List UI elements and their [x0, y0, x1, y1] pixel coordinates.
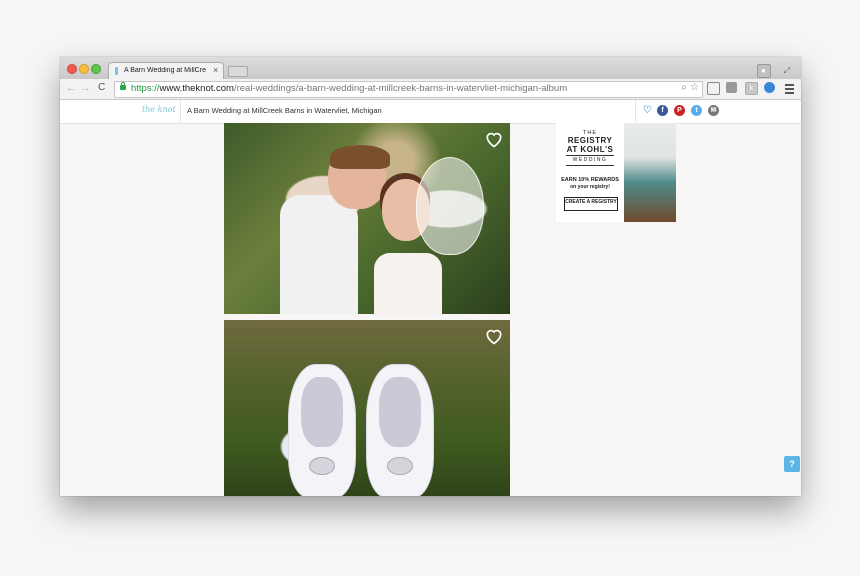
tab-close-icon[interactable]: × — [213, 65, 218, 75]
extension-k-icon[interactable]: k — [745, 82, 758, 95]
browser-window: A Barn Wedding at MillCre × ● ⤢ ← → C ht… — [60, 57, 801, 496]
address-bar[interactable]: https://www.theknot.com/real-weddings/a-… — [114, 81, 703, 98]
bride-dress — [374, 253, 442, 314]
header-divider — [635, 100, 636, 123]
close-window-button[interactable] — [67, 64, 77, 74]
wedding-couple-photo[interactable] — [224, 123, 510, 314]
cast-icon[interactable] — [707, 82, 720, 95]
bride-veil — [416, 157, 484, 255]
ad-wedding: WEDDING — [572, 157, 608, 163]
url-host: www.theknot.com — [159, 83, 234, 94]
browser-toolbar: ← → C https://www.theknot.com/real-weddi… — [60, 79, 801, 100]
browser-menu-icon[interactable] — [785, 84, 794, 96]
extension-icon[interactable] — [726, 82, 737, 93]
tab-bar: A Barn Wedding at MillCre × ● ⤢ — [60, 57, 801, 80]
ad-registry: REGISTRY — [567, 136, 613, 145]
tab-active[interactable]: A Barn Wedding at MillCre × — [108, 62, 224, 80]
url-path: /real-weddings/a-barn-wedding-at-millcre… — [233, 83, 568, 94]
create-registry-button[interactable]: CREATE A REGISTRY — [564, 197, 618, 211]
favorite-heart-icon[interactable]: ♡ — [642, 105, 653, 116]
kohls-registry-ad[interactable]: THE REGISTRY AT KOHL'S WEDDING EARN 10% … — [556, 123, 676, 222]
help-button[interactable]: ? — [784, 456, 800, 472]
back-button[interactable]: ← — [66, 82, 77, 94]
pinterest-share-icon[interactable]: P — [674, 105, 685, 116]
ad-text-panel: THE REGISTRY AT KOHL'S WEDDING EARN 10% … — [556, 123, 624, 222]
search-icon[interactable]: ⌕ — [681, 82, 687, 93]
site-header: the knot A Barn Wedding at MillCreek Bar… — [60, 100, 801, 124]
bookmark-star-icon[interactable]: ☆ — [690, 82, 699, 93]
header-divider — [180, 100, 181, 123]
email-share-icon[interactable]: ✉ — [708, 105, 719, 116]
twitter-share-icon[interactable]: t — [691, 105, 702, 116]
url-scheme: https:// — [131, 83, 160, 94]
ad-rule — [566, 165, 614, 166]
page-title: A Barn Wedding at MillCreek Barns in Wat… — [187, 106, 382, 115]
site-logo[interactable]: the knot — [142, 105, 176, 114]
wedding-shoes-photo[interactable] — [224, 320, 510, 496]
ad-kohls: AT KOHL'S — [566, 145, 614, 154]
user-profile-icon[interactable]: ● — [756, 64, 771, 78]
ad-bedroom-image — [622, 123, 676, 222]
forward-button[interactable]: → — [80, 82, 91, 94]
left-shoe — [288, 364, 356, 496]
new-tab-button[interactable] — [228, 66, 248, 77]
secure-lock-icon — [120, 82, 126, 90]
ad-on-registry-text: on your registry! — [570, 184, 610, 190]
page-favicon-icon — [115, 67, 118, 75]
page-viewport: the knot A Barn Wedding at MillCreek Bar… — [60, 100, 801, 496]
omnibox-icons: ⌕ ☆ — [678, 82, 699, 93]
minimize-window-button[interactable] — [79, 64, 89, 74]
facebook-share-icon[interactable]: f — [657, 105, 668, 116]
save-heart-icon[interactable] — [484, 326, 504, 346]
window-icons: ● ⤢ — [751, 60, 793, 78]
groom-figure — [280, 195, 358, 314]
extension-chat-icon[interactable] — [764, 82, 775, 93]
zoom-window-button[interactable] — [91, 64, 101, 74]
reload-button[interactable]: C — [98, 82, 105, 93]
groom-hair — [330, 145, 390, 169]
fullscreen-icon[interactable]: ⤢ — [781, 65, 793, 77]
tab-title: A Barn Wedding at MillCre — [124, 67, 206, 74]
url-text: https://www.theknot.com/real-weddings/a-… — [131, 83, 567, 94]
ad-rule — [566, 155, 614, 156]
right-shoe — [366, 364, 434, 496]
ad-earn-text: EARN 10% REWARDS — [561, 177, 619, 183]
save-heart-icon[interactable] — [484, 129, 504, 149]
